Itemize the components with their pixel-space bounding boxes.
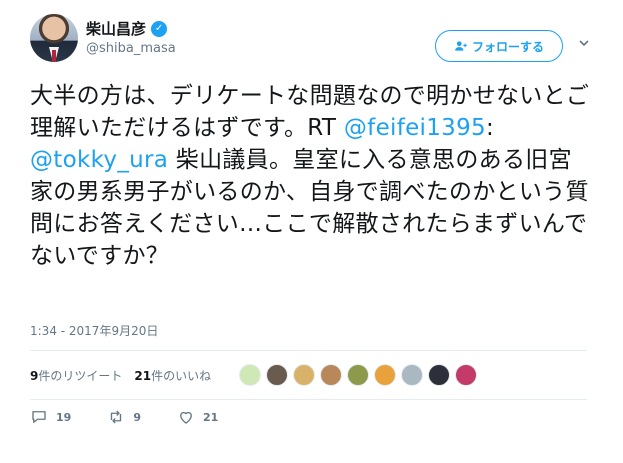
tweet-header: 柴山昌彦 ✓ @shiba_masa フォローする bbox=[30, 14, 593, 70]
tweet-actions: 19 9 21 bbox=[30, 408, 254, 426]
likers-list bbox=[239, 364, 478, 386]
reply-button[interactable]: 19 bbox=[30, 408, 71, 426]
liker-avatar[interactable] bbox=[455, 364, 478, 386]
like-stat-label: 件のいいね bbox=[151, 368, 212, 383]
divider-bottom bbox=[30, 399, 587, 400]
retweet-button[interactable]: 9 bbox=[107, 408, 141, 426]
tweet-text: 大半の方は、デリケートな問題なので明かせないとご理解いただけるはずです。RT @… bbox=[30, 80, 590, 272]
retweet-count: 9 bbox=[133, 410, 141, 424]
liker-avatar[interactable] bbox=[239, 364, 262, 386]
liker-avatar[interactable] bbox=[374, 364, 397, 386]
tweet-text-part-1: 大半の方は、デリケートな問題なので明かせないとご理解いただけるはずです。RT bbox=[30, 83, 590, 141]
liker-avatar[interactable] bbox=[401, 364, 424, 386]
like-stat-count: 21 bbox=[134, 368, 152, 383]
liker-avatar[interactable] bbox=[320, 364, 343, 386]
follow-user-icon bbox=[455, 41, 467, 51]
verified-badge-icon: ✓ bbox=[151, 20, 168, 37]
tweet-text-separator: : bbox=[485, 115, 495, 141]
tweet-timestamp[interactable]: 1:34 - 2017年9月20日 bbox=[30, 322, 158, 339]
reply-count: 19 bbox=[56, 410, 72, 424]
like-button[interactable]: 21 bbox=[177, 408, 218, 426]
name-row: 柴山昌彦 ✓ bbox=[86, 18, 168, 39]
liker-avatar[interactable] bbox=[266, 364, 289, 386]
like-stat[interactable]: 21件のいいね bbox=[134, 367, 211, 384]
avatar-tie bbox=[52, 50, 56, 62]
heart-icon bbox=[180, 411, 192, 424]
divider-top bbox=[30, 350, 587, 351]
stats-row: 9件のリツイート 21件のいいね bbox=[30, 352, 587, 398]
user-handle[interactable]: @shiba_masa bbox=[86, 41, 176, 56]
liker-avatar[interactable] bbox=[347, 364, 370, 386]
retweet-icon bbox=[111, 410, 122, 424]
chevron-down-icon[interactable] bbox=[575, 36, 593, 54]
retweet-stat[interactable]: 9件のリツイート bbox=[30, 367, 122, 384]
retweet-stat-label: 件のリツイート bbox=[38, 368, 123, 383]
liker-avatar[interactable] bbox=[293, 364, 316, 386]
reply-icon bbox=[32, 411, 46, 423]
follow-button[interactable]: フォローする bbox=[435, 30, 563, 62]
mention-link-tokky-ura[interactable]: @tokky_ura bbox=[30, 147, 168, 173]
avatar[interactable] bbox=[30, 14, 78, 62]
follow-button-label: フォローする bbox=[471, 39, 544, 54]
liker-avatar[interactable] bbox=[428, 364, 451, 386]
mention-link-feifei1395[interactable]: @feifei1395 bbox=[344, 115, 486, 141]
like-count: 21 bbox=[202, 410, 219, 424]
user-name[interactable]: 柴山昌彦 bbox=[86, 18, 146, 39]
